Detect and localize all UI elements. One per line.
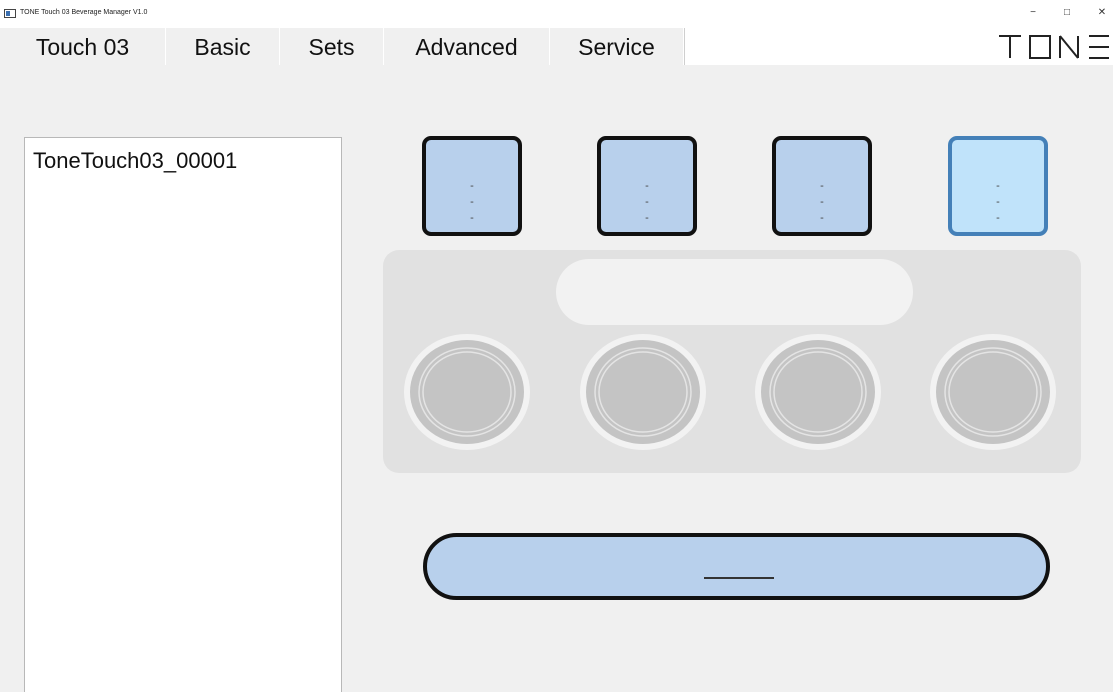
minimize-button[interactable]: − xyxy=(1022,2,1044,24)
app-icon xyxy=(4,9,16,18)
machine-body xyxy=(383,250,1081,473)
tab-touch-03[interactable]: Touch 03 xyxy=(0,28,166,65)
cup-icon[interactable] xyxy=(579,332,707,452)
tab-bar: Touch 03 Basic Sets Advanced Service xyxy=(0,28,1113,65)
slot-line: - xyxy=(645,212,649,224)
tab-service[interactable]: Service xyxy=(550,28,684,65)
slot-line: - xyxy=(645,196,649,208)
slot-line: - xyxy=(820,196,824,208)
machine-display xyxy=(556,259,913,325)
window-titlebar: TONE Touch 03 Beverage Manager V1.0 − □ … xyxy=(0,0,1113,28)
tab-bar-filler xyxy=(684,28,1113,65)
cup-icon[interactable] xyxy=(403,332,531,452)
slot-line: - xyxy=(470,180,474,192)
status-bar[interactable] xyxy=(423,533,1050,600)
tab-basic[interactable]: Basic xyxy=(166,28,280,65)
slot-line: - xyxy=(996,180,1000,192)
slot-line: - xyxy=(645,180,649,192)
close-button[interactable]: ✕ xyxy=(1091,2,1113,24)
beverage-slot-1[interactable]: - - - xyxy=(422,136,522,236)
slot-line: - xyxy=(996,212,1000,224)
window-title: TONE Touch 03 Beverage Manager V1.0 xyxy=(20,9,148,16)
tab-advanced[interactable]: Advanced xyxy=(384,28,550,65)
slot-line: - xyxy=(470,212,474,224)
slot-line: - xyxy=(820,212,824,224)
maximize-button[interactable]: □ xyxy=(1056,2,1078,24)
cup-icon[interactable] xyxy=(929,332,1057,452)
device-list-item[interactable]: ToneTouch03_00001 xyxy=(33,148,237,174)
slot-line: - xyxy=(820,180,824,192)
status-line xyxy=(704,577,774,579)
beverage-slot-4[interactable]: - - - xyxy=(948,136,1048,236)
device-list[interactable]: ToneTouch03_00001 xyxy=(24,137,342,692)
tab-sets[interactable]: Sets xyxy=(280,28,384,65)
slot-line: - xyxy=(996,196,1000,208)
beverage-slot-3[interactable]: - - - xyxy=(772,136,872,236)
cup-icon[interactable] xyxy=(754,332,882,452)
tone-logo xyxy=(999,35,1109,59)
slot-line: - xyxy=(470,196,474,208)
beverage-slot-2[interactable]: - - - xyxy=(597,136,697,236)
